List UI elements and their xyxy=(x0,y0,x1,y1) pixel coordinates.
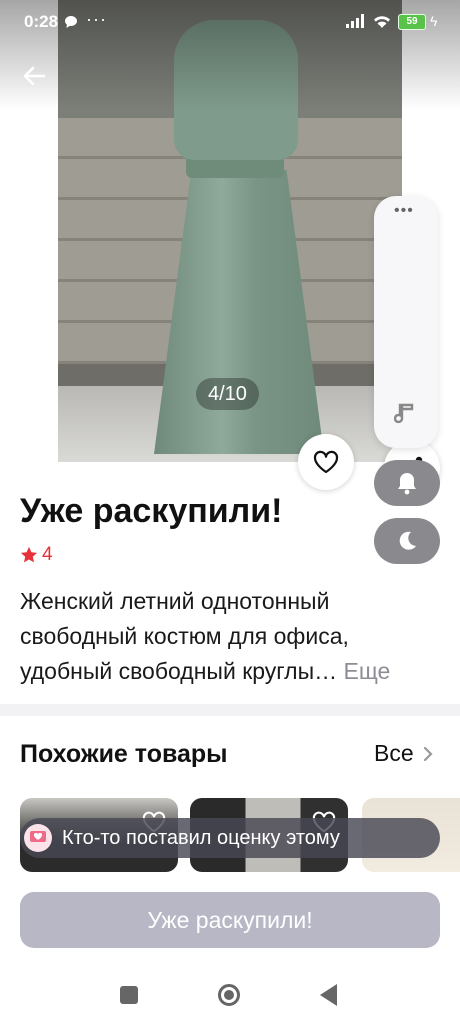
bell-icon xyxy=(398,473,416,495)
see-all-link[interactable]: Все xyxy=(374,740,438,767)
music-note-icon[interactable] xyxy=(394,402,416,426)
favorite-button[interactable] xyxy=(298,434,354,490)
image-counter: 4/10 xyxy=(196,378,259,410)
rating-value: 4 xyxy=(42,544,53,565)
product-rating[interactable]: 4 xyxy=(20,542,53,568)
star-icon xyxy=(20,546,38,563)
home-button[interactable] xyxy=(218,984,240,1006)
product-title: Уже раскупили! xyxy=(20,492,283,530)
see-all-label: Все xyxy=(374,740,414,766)
chat-bubble-icon xyxy=(65,16,77,28)
rating-notification-icon xyxy=(24,824,52,852)
notifications-toggle[interactable] xyxy=(374,460,440,506)
status-time: 0:28 xyxy=(24,12,59,31)
charging-icon: ϟ xyxy=(430,13,438,29)
toast-text: Кто-то поставил оценку этому xyxy=(62,826,340,849)
back-arrow-icon[interactable] xyxy=(18,60,50,92)
floating-side-panel[interactable]: ••• xyxy=(374,196,438,448)
description-text: Женский летний однотонный свободный кост… xyxy=(20,588,349,684)
night-mode-toggle[interactable] xyxy=(374,518,440,564)
sold-out-button[interactable]: Уже раскупили! xyxy=(20,892,440,948)
section-divider xyxy=(0,704,460,716)
recent-apps-button[interactable] xyxy=(120,986,138,1004)
system-back-button[interactable] xyxy=(320,984,337,1006)
panel-menu-icon[interactable]: ••• xyxy=(394,202,414,220)
heart-icon xyxy=(313,450,339,474)
product-description: Женский летний однотонный свободный кост… xyxy=(20,584,440,689)
status-bar: 0:28 ··· 59 ϟ xyxy=(0,0,460,44)
chevron-right-icon xyxy=(423,746,433,761)
signal-icon xyxy=(346,14,364,28)
battery-icon: 59 xyxy=(398,14,426,30)
more-notifications-icon: ··· xyxy=(86,9,107,29)
moon-icon xyxy=(399,531,416,550)
similar-products-title: Похожие товары xyxy=(20,740,228,768)
wifi-icon xyxy=(374,16,390,28)
activity-toast: Кто-то поставил оценку этому xyxy=(20,818,440,858)
more-link[interactable]: Еще xyxy=(344,658,391,684)
